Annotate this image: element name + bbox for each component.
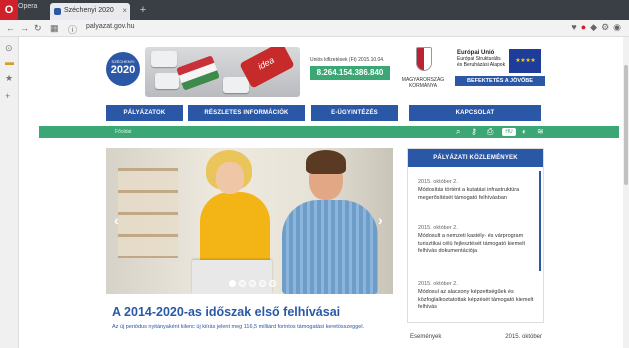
adblock-icon[interactable]: ● bbox=[581, 22, 590, 32]
search-icon[interactable]: ⌕ bbox=[456, 127, 460, 137]
key-icon[interactable]: ⚷ bbox=[471, 127, 477, 136]
list-item[interactable]: 2015. október 2. Módosítás történt a kut… bbox=[418, 179, 538, 202]
nav-e-ugyintezes[interactable]: E-ÜGYINTÉZÉS bbox=[311, 105, 398, 121]
nav-reszletes-informaciok[interactable]: RÉSZLETES INFORMÁCIÓK bbox=[188, 105, 305, 121]
heart-icon[interactable]: ♥ bbox=[571, 22, 580, 32]
language-switch[interactable]: HU bbox=[502, 128, 516, 136]
browser-sidebar: ⊙ ▬ ★ + bbox=[0, 37, 19, 348]
hungarian-flag-key bbox=[176, 55, 220, 91]
bookmarks-icon[interactable]: ★ bbox=[5, 73, 13, 84]
opera-menu-button[interactable]: Opera bbox=[18, 3, 37, 10]
rss-icon[interactable]: ≋ bbox=[537, 127, 544, 136]
breadcrumb-home[interactable]: Főoldal bbox=[115, 129, 131, 135]
favicon-icon bbox=[54, 8, 61, 15]
slider-dot[interactable] bbox=[239, 280, 246, 287]
payments-counter: 8.264.154.386.840 bbox=[310, 66, 390, 80]
stash-icon[interactable]: ▬ bbox=[5, 57, 14, 67]
site-info-icon[interactable]: ⓘ bbox=[68, 23, 77, 36]
slider-prev-icon[interactable]: ‹ bbox=[114, 212, 119, 228]
slider-dot[interactable] bbox=[229, 280, 236, 287]
events-label[interactable]: Események bbox=[410, 334, 441, 340]
opera-logo-icon[interactable]: O bbox=[0, 0, 18, 20]
list-item[interactable]: 2015. október 2. Módosult a nemzeti kast… bbox=[418, 225, 538, 256]
tab-title: Széchenyi 2020 bbox=[64, 7, 114, 14]
list-item[interactable]: 2015. október 2. Módosul az alacsony kép… bbox=[418, 281, 538, 312]
events-section: Események 2015. október bbox=[410, 334, 542, 340]
keyboard-banner-image: idea bbox=[145, 47, 300, 97]
settings-icon[interactable]: ⚙ bbox=[601, 22, 613, 32]
close-tab-icon[interactable]: × bbox=[122, 6, 127, 15]
bookshelf-image bbox=[118, 168, 178, 258]
print-icon[interactable]: ⎙ bbox=[487, 127, 493, 137]
announcements-scrollbar[interactable] bbox=[539, 171, 541, 271]
announcements-title: PÁLYÁZATI KÖZLEMÉNYEK bbox=[408, 149, 543, 167]
tab-szechenyi[interactable]: Széchenyi 2020 × bbox=[50, 3, 130, 20]
reload-icon[interactable]: ↻ bbox=[34, 23, 42, 34]
slider-dots bbox=[229, 280, 279, 290]
eu-funds-text: Európai Unió Európai Strukturális és Ber… bbox=[457, 50, 506, 68]
accessibility-icon[interactable]: ◐ bbox=[522, 127, 527, 136]
toolbar-extensions: ♥●◆⚙◉ bbox=[571, 22, 625, 33]
page-scrollbar-thumb[interactable] bbox=[624, 65, 628, 185]
szechenyi-2020-logo[interactable]: SZÉCHENYI 2020 bbox=[106, 52, 140, 86]
nav-palyazatok[interactable]: PÁLYÁZATOK bbox=[106, 105, 183, 121]
hero-slider[interactable]: ‹ › bbox=[106, 148, 393, 294]
browser-window: O Opera Széchenyi 2020 × + ← → ↻ ▦ ⓘ pal… bbox=[0, 0, 629, 348]
slider-dot[interactable] bbox=[259, 280, 266, 287]
utility-bar: Főoldal ⌕ ⚷ ⎙ HU ◐ ≋ bbox=[39, 126, 619, 138]
back-icon[interactable]: ← bbox=[6, 23, 15, 33]
hungarian-government-logo[interactable]: MAGYARORSZÁG KORMÁNYA bbox=[398, 77, 448, 89]
account-icon[interactable]: ◉ bbox=[613, 22, 625, 32]
speed-dial-icon[interactable]: ▦ bbox=[50, 23, 59, 34]
url-field[interactable]: palyazat.gov.hu bbox=[86, 23, 135, 30]
man-image bbox=[282, 200, 378, 294]
forward-icon[interactable]: → bbox=[20, 23, 29, 33]
eu-flag-icon: ★ ★ ★ ★ bbox=[509, 49, 541, 73]
new-tab-button[interactable]: + bbox=[136, 4, 150, 17]
add-icon[interactable]: + bbox=[5, 91, 10, 101]
slide-headline[interactable]: A 2014-2020-as időszak első felhívásai bbox=[112, 305, 340, 319]
announcements-panel: PÁLYÁZATI KÖZLEMÉNYEK 2015. október 2. M… bbox=[407, 148, 544, 323]
hungarian-coat-of-arms-icon bbox=[416, 47, 432, 71]
slider-dot[interactable] bbox=[249, 280, 256, 287]
extension-icon[interactable]: ◆ bbox=[590, 22, 601, 32]
nav-kapcsolat[interactable]: KAPCSOLAT bbox=[409, 105, 541, 121]
tab-bar: O Opera Széchenyi 2020 × + bbox=[0, 0, 629, 20]
events-date: 2015. október bbox=[505, 334, 542, 340]
page-content: SZÉCHENYI 2020 idea Uniós kifizetések (F… bbox=[20, 37, 629, 348]
slide-subtext: Az új periódus nyitányaként kilenc új ki… bbox=[112, 324, 365, 330]
address-bar: ← → ↻ ▦ ⓘ palyazat.gov.hu ♥●◆⚙◉ bbox=[0, 20, 629, 37]
page-scrollbar[interactable] bbox=[623, 37, 629, 348]
speed-dial-sidebar-icon[interactable]: ⊙ bbox=[5, 43, 13, 54]
slider-next-icon[interactable]: › bbox=[378, 212, 383, 228]
slider-dot[interactable] bbox=[269, 280, 276, 287]
eu-slogan-banner: BEFEKTETÉS A JÖVŐBE bbox=[455, 76, 545, 86]
payments-label: Uniós kifizetések (Ft) 2015.10.04. bbox=[310, 57, 385, 63]
